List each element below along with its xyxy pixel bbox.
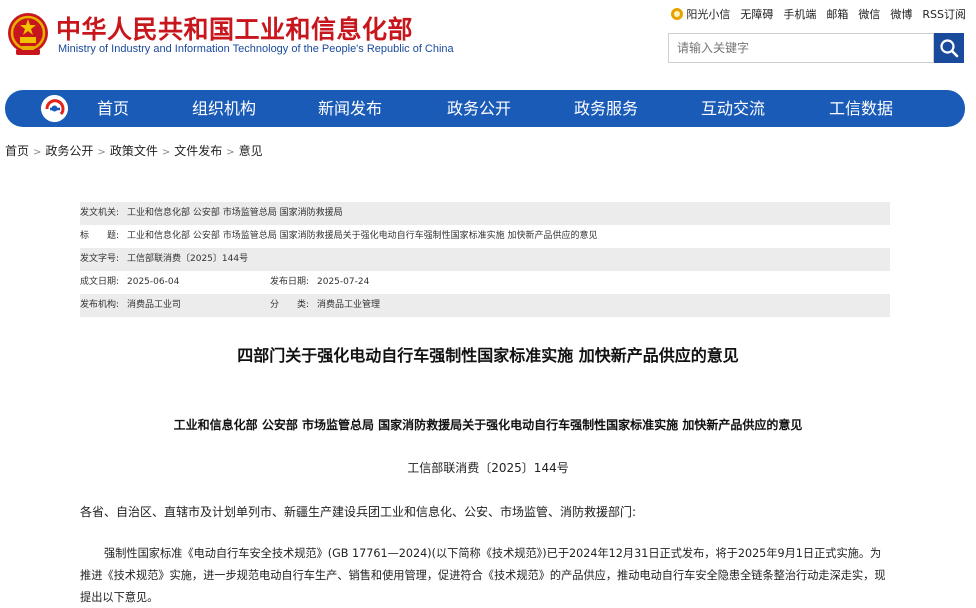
meta-row-title: 标 题: 工业和信息化部 公安部 市场监管总局 国家消防救援局关于强化电动自行车…	[80, 225, 890, 248]
toplink-sunshine-label: 阳光小信	[686, 8, 731, 21]
meta-docno-value: 工信部联消费〔2025〕144号	[127, 254, 249, 264]
ministry-logo-icon[interactable]	[41, 95, 68, 122]
nav-data[interactable]: 工信数据	[829, 90, 893, 127]
site-title-en: Ministry of Industry and Information Tec…	[58, 43, 454, 55]
meta-row-issuer: 发文机关: 工业和信息化部 公安部 市场监管总局 国家消防救援局	[80, 202, 890, 225]
meta-category-label: 分 类:	[270, 300, 310, 310]
meta-created-label: 成文日期:	[80, 277, 120, 287]
breadcrumb-file-release[interactable]: 文件发布	[174, 144, 222, 158]
national-emblem-icon[interactable]	[6, 11, 50, 57]
meta-created-value: 2025-06-04	[127, 277, 180, 287]
toplink-accessibility[interactable]: 无障碍	[740, 6, 773, 22]
site-header: 中华人民共和国工业和信息化部 Ministry of Industry and …	[0, 0, 976, 90]
nav-interaction[interactable]: 互动交流	[701, 90, 765, 127]
toplink-weibo[interactable]: 微博	[890, 6, 912, 22]
article-doc-number: 工信部联消费〔2025〕144号	[407, 461, 569, 475]
article-paragraph: 强制性国家标准《电动自行车安全技术规范》(GB 17761—2024)(以下简称…	[80, 547, 886, 604]
breadcrumb-separator-icon: >	[33, 147, 42, 158]
meta-published-value: 2025-07-24	[317, 277, 370, 287]
breadcrumb-home[interactable]: 首页	[5, 144, 29, 158]
breadcrumb-separator-icon: >	[161, 147, 171, 158]
meta-row-org: 发布机构: 消费品工业司 分 类: 消费品工业管理	[80, 294, 890, 317]
meta-docno-label: 发文字号:	[80, 254, 120, 264]
nav-home[interactable]: 首页	[97, 90, 129, 127]
breadcrumb-opinion[interactable]: 意见	[239, 144, 263, 158]
breadcrumb-separator-icon: >	[97, 147, 106, 158]
nav-government-affairs[interactable]: 政务公开	[447, 90, 511, 127]
search-button[interactable]	[934, 33, 964, 63]
main-nav: 首页 组织机构 新闻发布 政务公开 政务服务 互动交流 工信数据	[5, 90, 965, 127]
breadcrumb-gov-affairs[interactable]: 政务公开	[45, 144, 93, 158]
nav-news[interactable]: 新闻发布	[318, 90, 382, 127]
meta-title-value: 工业和信息化部 公安部 市场监管总局 国家消防救援局关于强化电动自行车强制性国家…	[127, 231, 598, 241]
breadcrumb-separator-icon: >	[226, 147, 235, 158]
toplink-mobile[interactable]: 手机端	[783, 6, 816, 22]
nav-services[interactable]: 政务服务	[574, 90, 638, 127]
meta-row-dates: 成文日期: 2025-06-04 发布日期: 2025-07-24	[80, 271, 890, 294]
toplink-wechat[interactable]: 微信	[858, 6, 880, 22]
meta-org-value: 消费品工业司	[127, 300, 182, 310]
nav-organization[interactable]: 组织机构	[192, 90, 256, 127]
toplink-sunshine[interactable]: 阳光小信	[671, 6, 730, 22]
meta-title-label: 标 题:	[80, 231, 120, 241]
meta-issuer-value: 工业和信息化部 公安部 市场监管总局 国家消防救援局	[127, 208, 343, 218]
document-meta-table: 发文机关: 工业和信息化部 公安部 市场监管总局 国家消防救援局 标 题: 工业…	[80, 202, 890, 317]
breadcrumb-policy-files[interactable]: 政策文件	[110, 144, 158, 158]
meta-issuer-label: 发文机关:	[80, 208, 120, 218]
meta-published-label: 发布日期:	[270, 277, 310, 287]
search-icon	[940, 39, 959, 58]
top-links: 阳光小信 无障碍 手机端 邮箱 微信 微博 RSS订阅	[671, 6, 966, 22]
meta-category-value: 消费品工业管理	[317, 300, 381, 310]
toplink-rss[interactable]: RSS订阅	[922, 6, 966, 22]
article-title: 四部门关于强化电动自行车强制性国家标准实施 加快新产品供应的意见	[237, 346, 739, 365]
breadcrumb: 首页 > 政务公开 > 政策文件 > 文件发布 > 意见	[5, 142, 263, 159]
meta-org-label: 发布机构:	[80, 300, 120, 310]
article-addressee: 各省、自治区、直辖市及计划单列市、新疆生产建设兵团工业和信息化、公安、市场监管、…	[80, 505, 637, 519]
search-input[interactable]	[668, 33, 934, 63]
sunshine-icon	[671, 8, 684, 20]
toplink-mail[interactable]: 邮箱	[826, 6, 848, 22]
article-subtitle: 工业和信息化部 公安部 市场监管总局 国家消防救援局关于强化电动自行车强制性国家…	[173, 418, 803, 432]
site-title-cn[interactable]: 中华人民共和国工业和信息化部	[56, 10, 413, 46]
meta-row-docno: 发文字号: 工信部联消费〔2025〕144号	[80, 248, 890, 271]
